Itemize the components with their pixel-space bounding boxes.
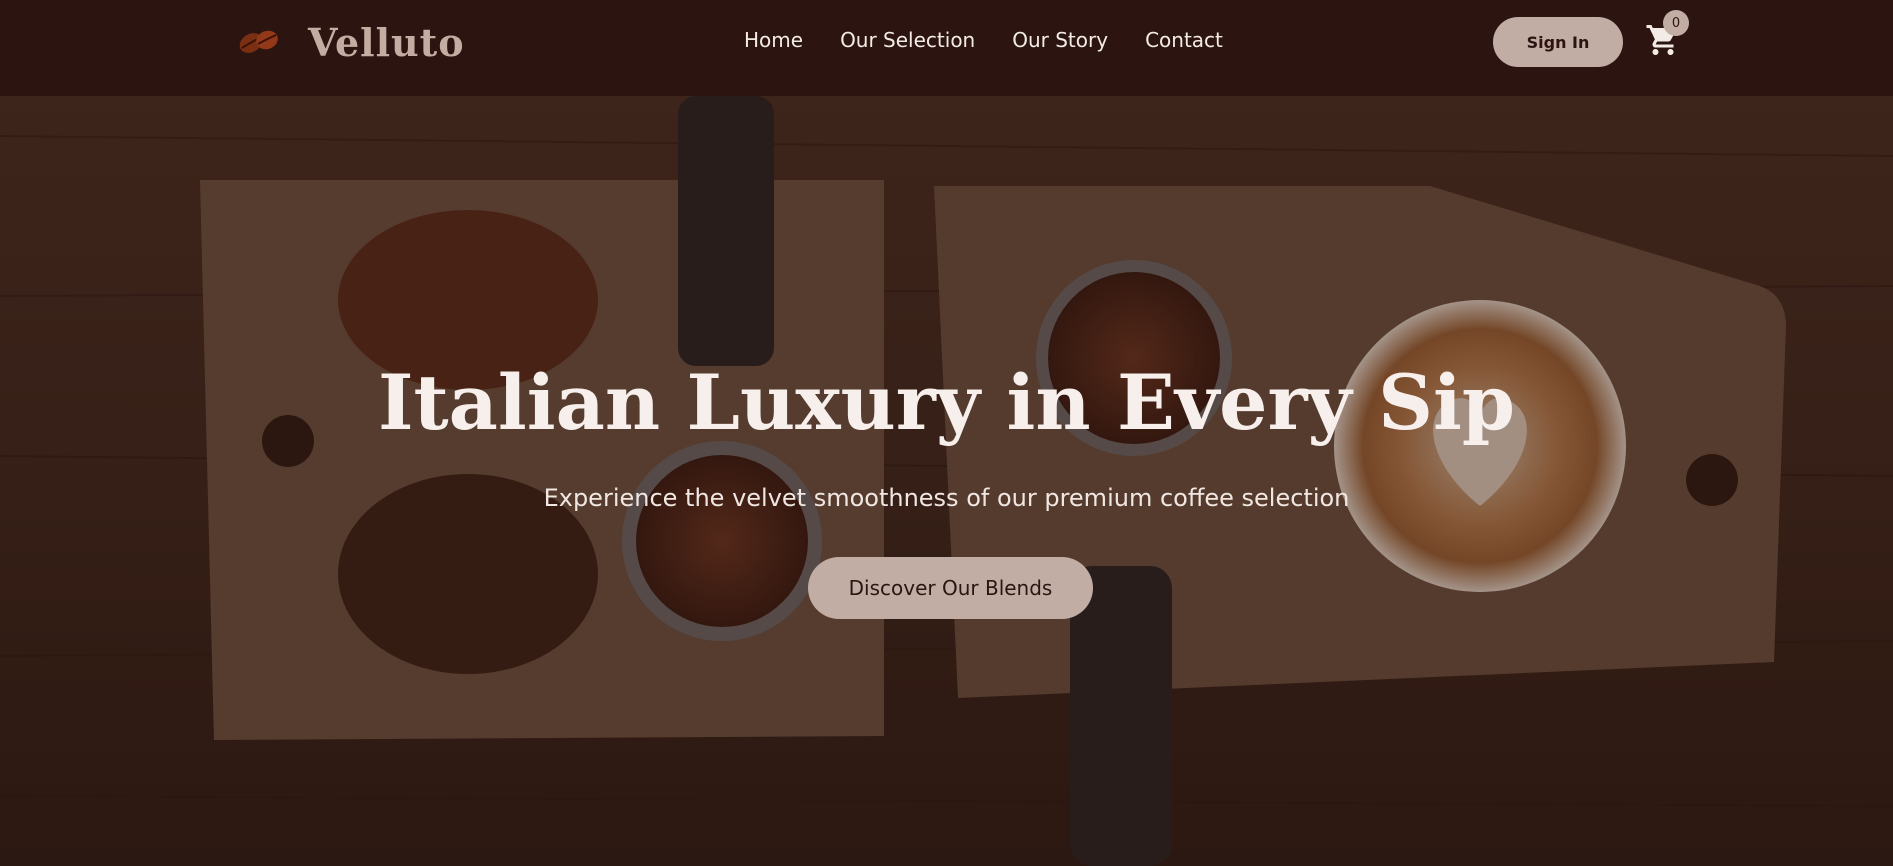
- site-header: Velluto Home Our Selection Our Story Con…: [0, 0, 1893, 96]
- nav-contact[interactable]: Contact: [1145, 28, 1223, 52]
- hero-overlay: [0, 96, 1893, 866]
- discover-blends-button[interactable]: Discover Our Blends: [808, 557, 1093, 619]
- nav-our-selection[interactable]: Our Selection: [840, 28, 975, 52]
- hero-title: Italian Luxury in Every Sip: [377, 358, 1516, 447]
- nav-our-story[interactable]: Our Story: [1012, 28, 1108, 52]
- main-nav: Home Our Selection Our Story Contact: [744, 28, 1260, 52]
- coffee-beans-icon: [236, 24, 282, 60]
- nav-home[interactable]: Home: [744, 28, 803, 52]
- sign-in-button[interactable]: Sign In: [1493, 17, 1623, 67]
- brand[interactable]: Velluto: [236, 19, 465, 65]
- hero-section: Italian Luxury in Every Sip Experience t…: [0, 96, 1893, 866]
- brand-name: Velluto: [308, 19, 465, 65]
- cart-count-badge: 0: [1663, 10, 1689, 36]
- hero-subtitle: Experience the velvet smoothness of our …: [543, 484, 1350, 512]
